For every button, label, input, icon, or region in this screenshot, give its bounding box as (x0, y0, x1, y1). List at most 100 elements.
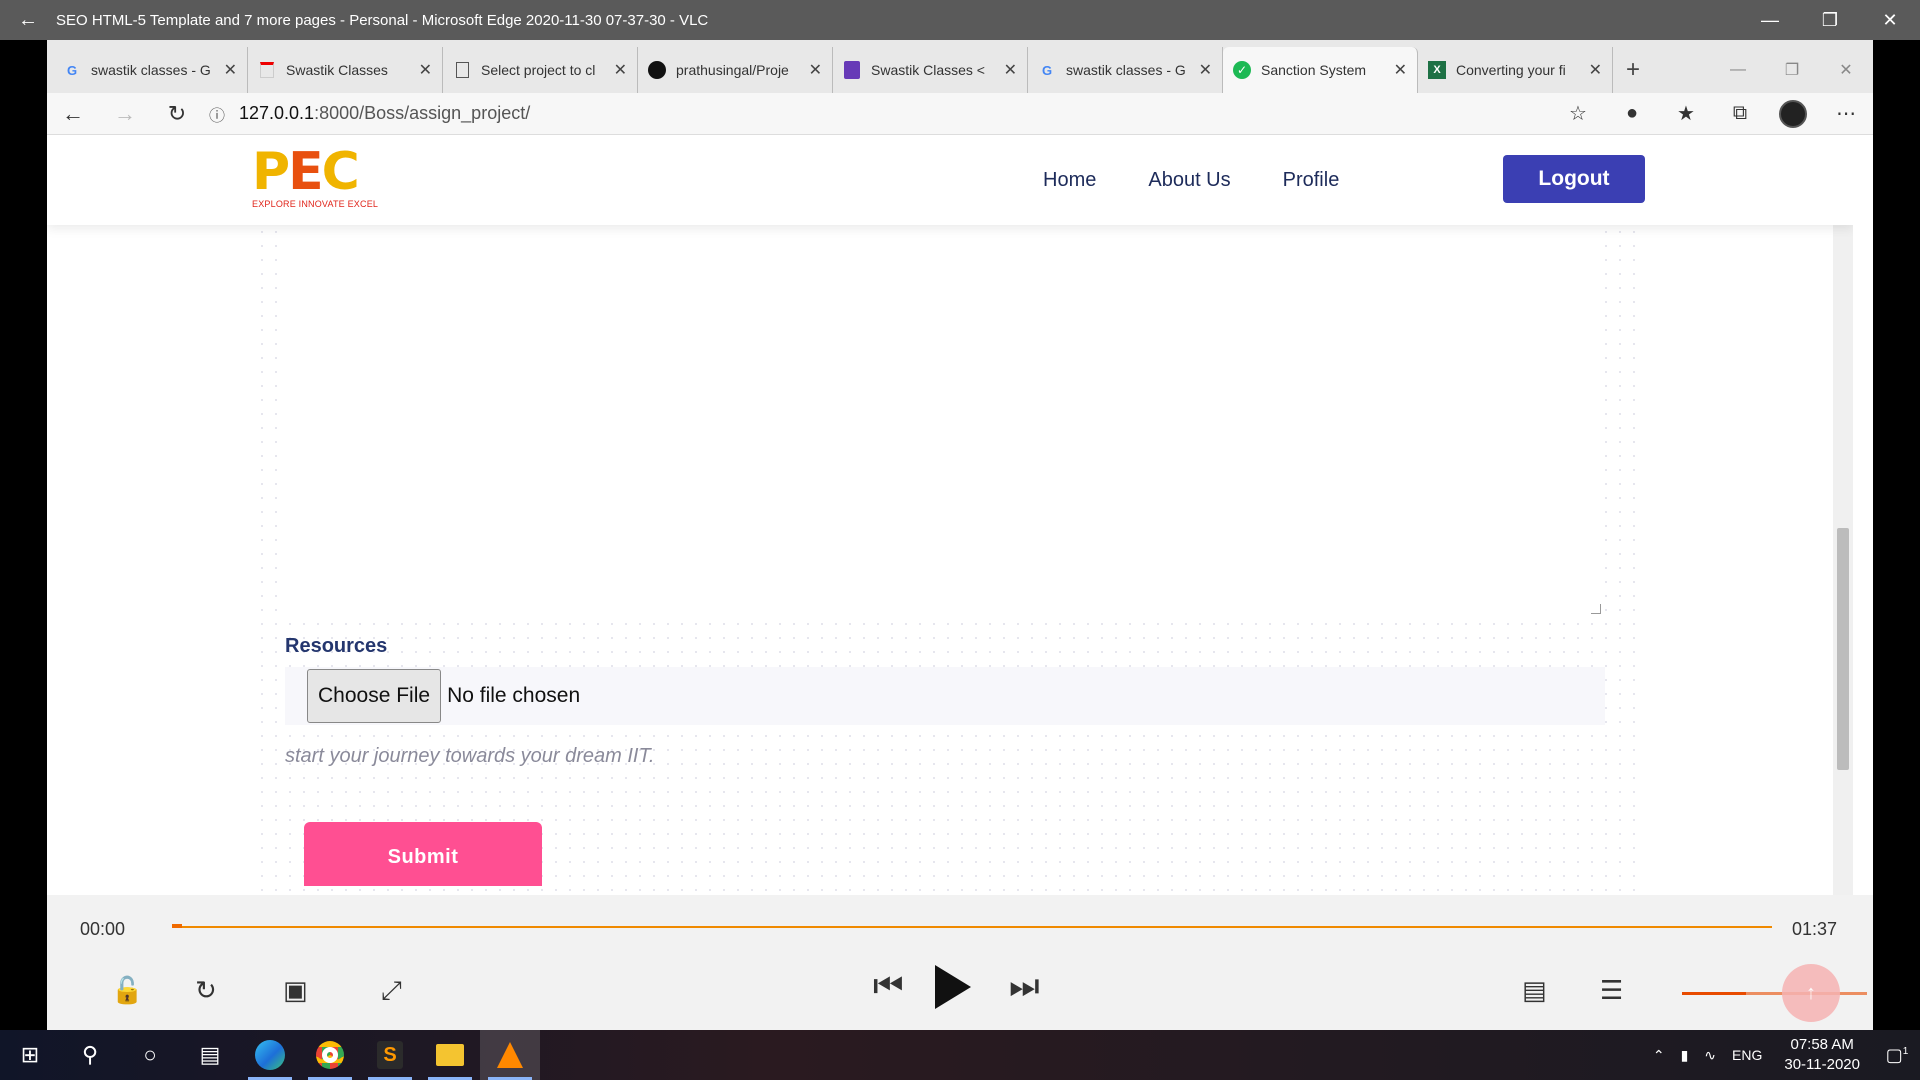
forward-icon[interactable]: → (99, 101, 151, 127)
volume-slider[interactable]: ↑ (1682, 964, 1867, 1022)
edge-icon[interactable] (240, 1030, 300, 1080)
chrome-icon[interactable] (300, 1030, 360, 1080)
subtitles-icon[interactable]: ▤ (1522, 975, 1547, 1006)
windows-start-icon[interactable]: ⊞ (0, 1030, 60, 1080)
tab-6[interactable]: G swastik classes - G ✕ (1028, 47, 1223, 93)
vlc-controls: 00:00 01:37 🔓 ↻ ▣ ⤢ ⏮ ⏭ ▤ ☰ ↑ (47, 895, 1873, 1030)
wifi-icon[interactable]: ∿ (1696, 1047, 1724, 1064)
page-scrollbar[interactable]: ▲ (1833, 135, 1853, 895)
close-icon[interactable]: ✕ (1394, 60, 1407, 80)
file-explorer-icon[interactable] (420, 1030, 480, 1080)
restore-icon[interactable]: ❐ (1765, 60, 1819, 80)
restore-icon[interactable]: ❐ (1800, 10, 1860, 31)
url-path: :8000/Boss/assign_project/ (314, 103, 531, 123)
fullscreen-icon[interactable]: ⤢ (381, 975, 402, 1007)
page-icon (258, 61, 276, 79)
back-arrow-icon[interactable]: ← (0, 9, 56, 32)
tab-label: swastik classes - G (91, 62, 211, 78)
favorite-star-icon[interactable]: ☆ (1551, 101, 1605, 126)
resize-handle-icon[interactable] (1591, 604, 1601, 614)
close-icon[interactable]: ✕ (224, 60, 237, 80)
info-icon[interactable]: ⓘ (209, 102, 239, 126)
submit-button[interactable]: Submit (304, 822, 542, 886)
more-icon[interactable]: ⋯ (1819, 101, 1873, 126)
browser-window: G swastik classes - G ✕ Swastik Classes … (47, 40, 1873, 895)
equalizer-icon[interactable]: ☰ (1600, 975, 1623, 1006)
tab-8[interactable]: X Converting your fi ✕ (1418, 47, 1613, 93)
tab-5[interactable]: Swastik Classes < ✕ (833, 47, 1028, 93)
vlc-icon[interactable] (480, 1030, 540, 1080)
resources-label: Resources (285, 635, 388, 657)
tab-4[interactable]: prathusingal/Proje ✕ (638, 47, 833, 93)
sublime-icon[interactable]: S (360, 1030, 420, 1080)
tab-7-active[interactable]: ✓ Sanction System ✕ (1223, 47, 1418, 93)
url-host: 127.0.0.1 (239, 103, 315, 123)
repeat-icon[interactable]: ↻ (195, 975, 217, 1006)
github-icon (648, 61, 666, 79)
favorites-icon[interactable]: ★ (1659, 101, 1713, 126)
volume-knob[interactable]: ↑ (1782, 964, 1840, 1022)
nav-profile[interactable]: Profile (1283, 169, 1340, 192)
form-icon (843, 61, 861, 79)
site-header: PEC EXPLORE INNOVATE EXCEL Home About Us… (47, 135, 1853, 225)
form-hint: start your journey towards your dream II… (285, 745, 655, 767)
language-indicator[interactable]: ENG (1724, 1047, 1770, 1063)
clock[interactable]: 07:58 AM 30-11-2020 (1770, 1035, 1874, 1075)
extension-icon[interactable]: ● (1605, 102, 1659, 125)
nav-home[interactable]: Home (1043, 169, 1096, 192)
main-nav: Home About Us Profile (1043, 169, 1339, 192)
minimize-icon[interactable]: — (1740, 10, 1800, 31)
close-icon[interactable]: ✕ (419, 60, 432, 80)
nav-about[interactable]: About Us (1148, 169, 1230, 192)
tab-bar: G swastik classes - G ✕ Swastik Classes … (47, 40, 1873, 93)
scrollbar-thumb[interactable] (1837, 528, 1849, 770)
cortana-icon[interactable]: ○ (120, 1030, 180, 1080)
close-icon[interactable]: ✕ (1199, 60, 1212, 80)
next-icon[interactable]: ⏭ (1009, 967, 1040, 1006)
task-view-icon[interactable]: ▤ (180, 1030, 240, 1080)
seek-position[interactable] (172, 924, 182, 928)
minimize-icon[interactable]: — (1711, 61, 1765, 79)
aspect-ratio-icon[interactable]: ▣ (283, 975, 308, 1006)
previous-icon[interactable]: ⏮ (873, 967, 904, 1006)
close-icon[interactable]: ✕ (809, 60, 822, 80)
new-tab-icon[interactable]: + (1613, 47, 1653, 93)
close-icon[interactable]: ✕ (1819, 60, 1873, 80)
collections-icon[interactable]: ⧉ (1713, 102, 1767, 125)
logout-button[interactable]: Logout (1503, 155, 1645, 203)
excel-icon: X (1428, 61, 1446, 79)
close-icon[interactable]: ✕ (614, 60, 627, 80)
assign-project-form: Resources Choose File No file chosen sta… (255, 225, 1645, 895)
volume-fill (1682, 992, 1746, 995)
site-logo[interactable]: PEC EXPLORE INNOVATE EXCEL (252, 146, 392, 211)
refresh-icon[interactable]: ↻ (151, 101, 203, 127)
seek-bar[interactable] (172, 924, 1772, 929)
screen: ← SEO HTML-5 Template and 7 more pages -… (0, 0, 1920, 1080)
tab-label: Swastik Classes (286, 62, 388, 78)
notification-count: 1 (1902, 1045, 1909, 1057)
tab-1[interactable]: G swastik classes - G ✕ (53, 47, 248, 93)
lock-icon[interactable]: 🔓 (111, 975, 143, 1006)
chevron-up-icon[interactable]: ⌃ (1645, 1047, 1673, 1064)
close-icon[interactable]: ✕ (1860, 10, 1920, 31)
close-icon[interactable]: ✕ (1589, 60, 1602, 80)
url-field[interactable]: ⓘ 127.0.0.1:8000/Boss/assign_project/ (203, 102, 1551, 126)
browser-window-controls: — ❐ ✕ (1711, 47, 1873, 93)
play-icon[interactable] (935, 965, 971, 1009)
notification-icon[interactable]: ▢1 (1874, 1045, 1920, 1066)
search-icon[interactable]: ⚲ (60, 1030, 120, 1080)
resources-file-input[interactable]: Choose File No file chosen (285, 667, 1605, 725)
avatar[interactable] (1779, 99, 1807, 128)
tab-3[interactable]: Select project to cl ✕ (443, 47, 638, 93)
tab-2[interactable]: Swastik Classes ✕ (248, 47, 443, 93)
back-icon[interactable]: ← (47, 101, 99, 127)
tab-label: Sanction System (1261, 62, 1367, 78)
battery-icon[interactable]: ▮ (1673, 1047, 1697, 1064)
windows-taskbar: ⊞ ⚲ ○ ▤ S ⌃ ▮ ∿ ENG 07:58 AM 30-11-2020 … (0, 1030, 1920, 1080)
clock-date: 30-11-2020 (1784, 1056, 1860, 1073)
google-icon: G (66, 62, 78, 78)
choose-file-button[interactable]: Choose File (307, 669, 442, 723)
system-tray: ⌃ ▮ ∿ ENG 07:58 AM 30-11-2020 ▢1 (1645, 1035, 1920, 1075)
close-icon[interactable]: ✕ (1004, 60, 1017, 80)
description-textarea[interactable] (285, 225, 1605, 618)
